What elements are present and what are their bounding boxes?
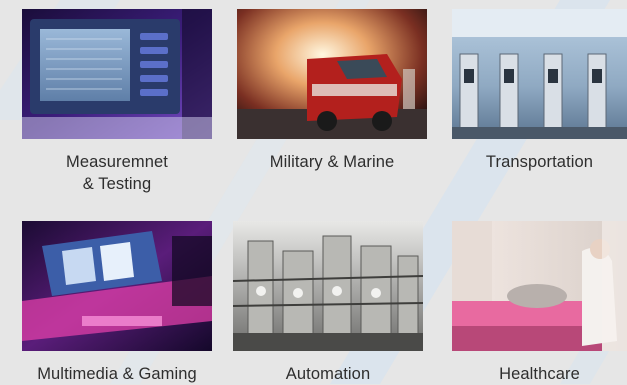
- industry-card-automation[interactable]: Automation: [233, 221, 423, 385]
- transportation-photo: [452, 9, 627, 139]
- industry-card-transportation[interactable]: Transportation: [452, 9, 627, 173]
- industry-label: Healthcare: [499, 365, 580, 383]
- industry-card-multimedia-gaming[interactable]: Multimedia & Gaming: [22, 221, 212, 385]
- industry-label: Multimedia & Gaming: [37, 365, 197, 383]
- measurement-testing-photo: [22, 9, 212, 139]
- automation-photo: [233, 221, 423, 351]
- industry-card-healthcare[interactable]: Healthcare: [452, 221, 627, 385]
- industry-label: Transportation: [485, 153, 594, 171]
- industry-card-military-marine[interactable]: Military & Marine: [237, 9, 427, 173]
- industry-label: Automation: [285, 365, 371, 383]
- multimedia-gaming-photo: [22, 221, 212, 351]
- healthcare-photo: [452, 221, 627, 351]
- industry-label: Military & Marine: [269, 153, 395, 171]
- industry-label: Measuremnet & Testing: [66, 153, 168, 193]
- military-marine-photo: [237, 9, 427, 139]
- industry-card-measurement-testing[interactable]: Measuremnet & Testing: [22, 9, 212, 195]
- industries-grid: Measuremnet & Testing Military & Marine …: [0, 0, 627, 384]
